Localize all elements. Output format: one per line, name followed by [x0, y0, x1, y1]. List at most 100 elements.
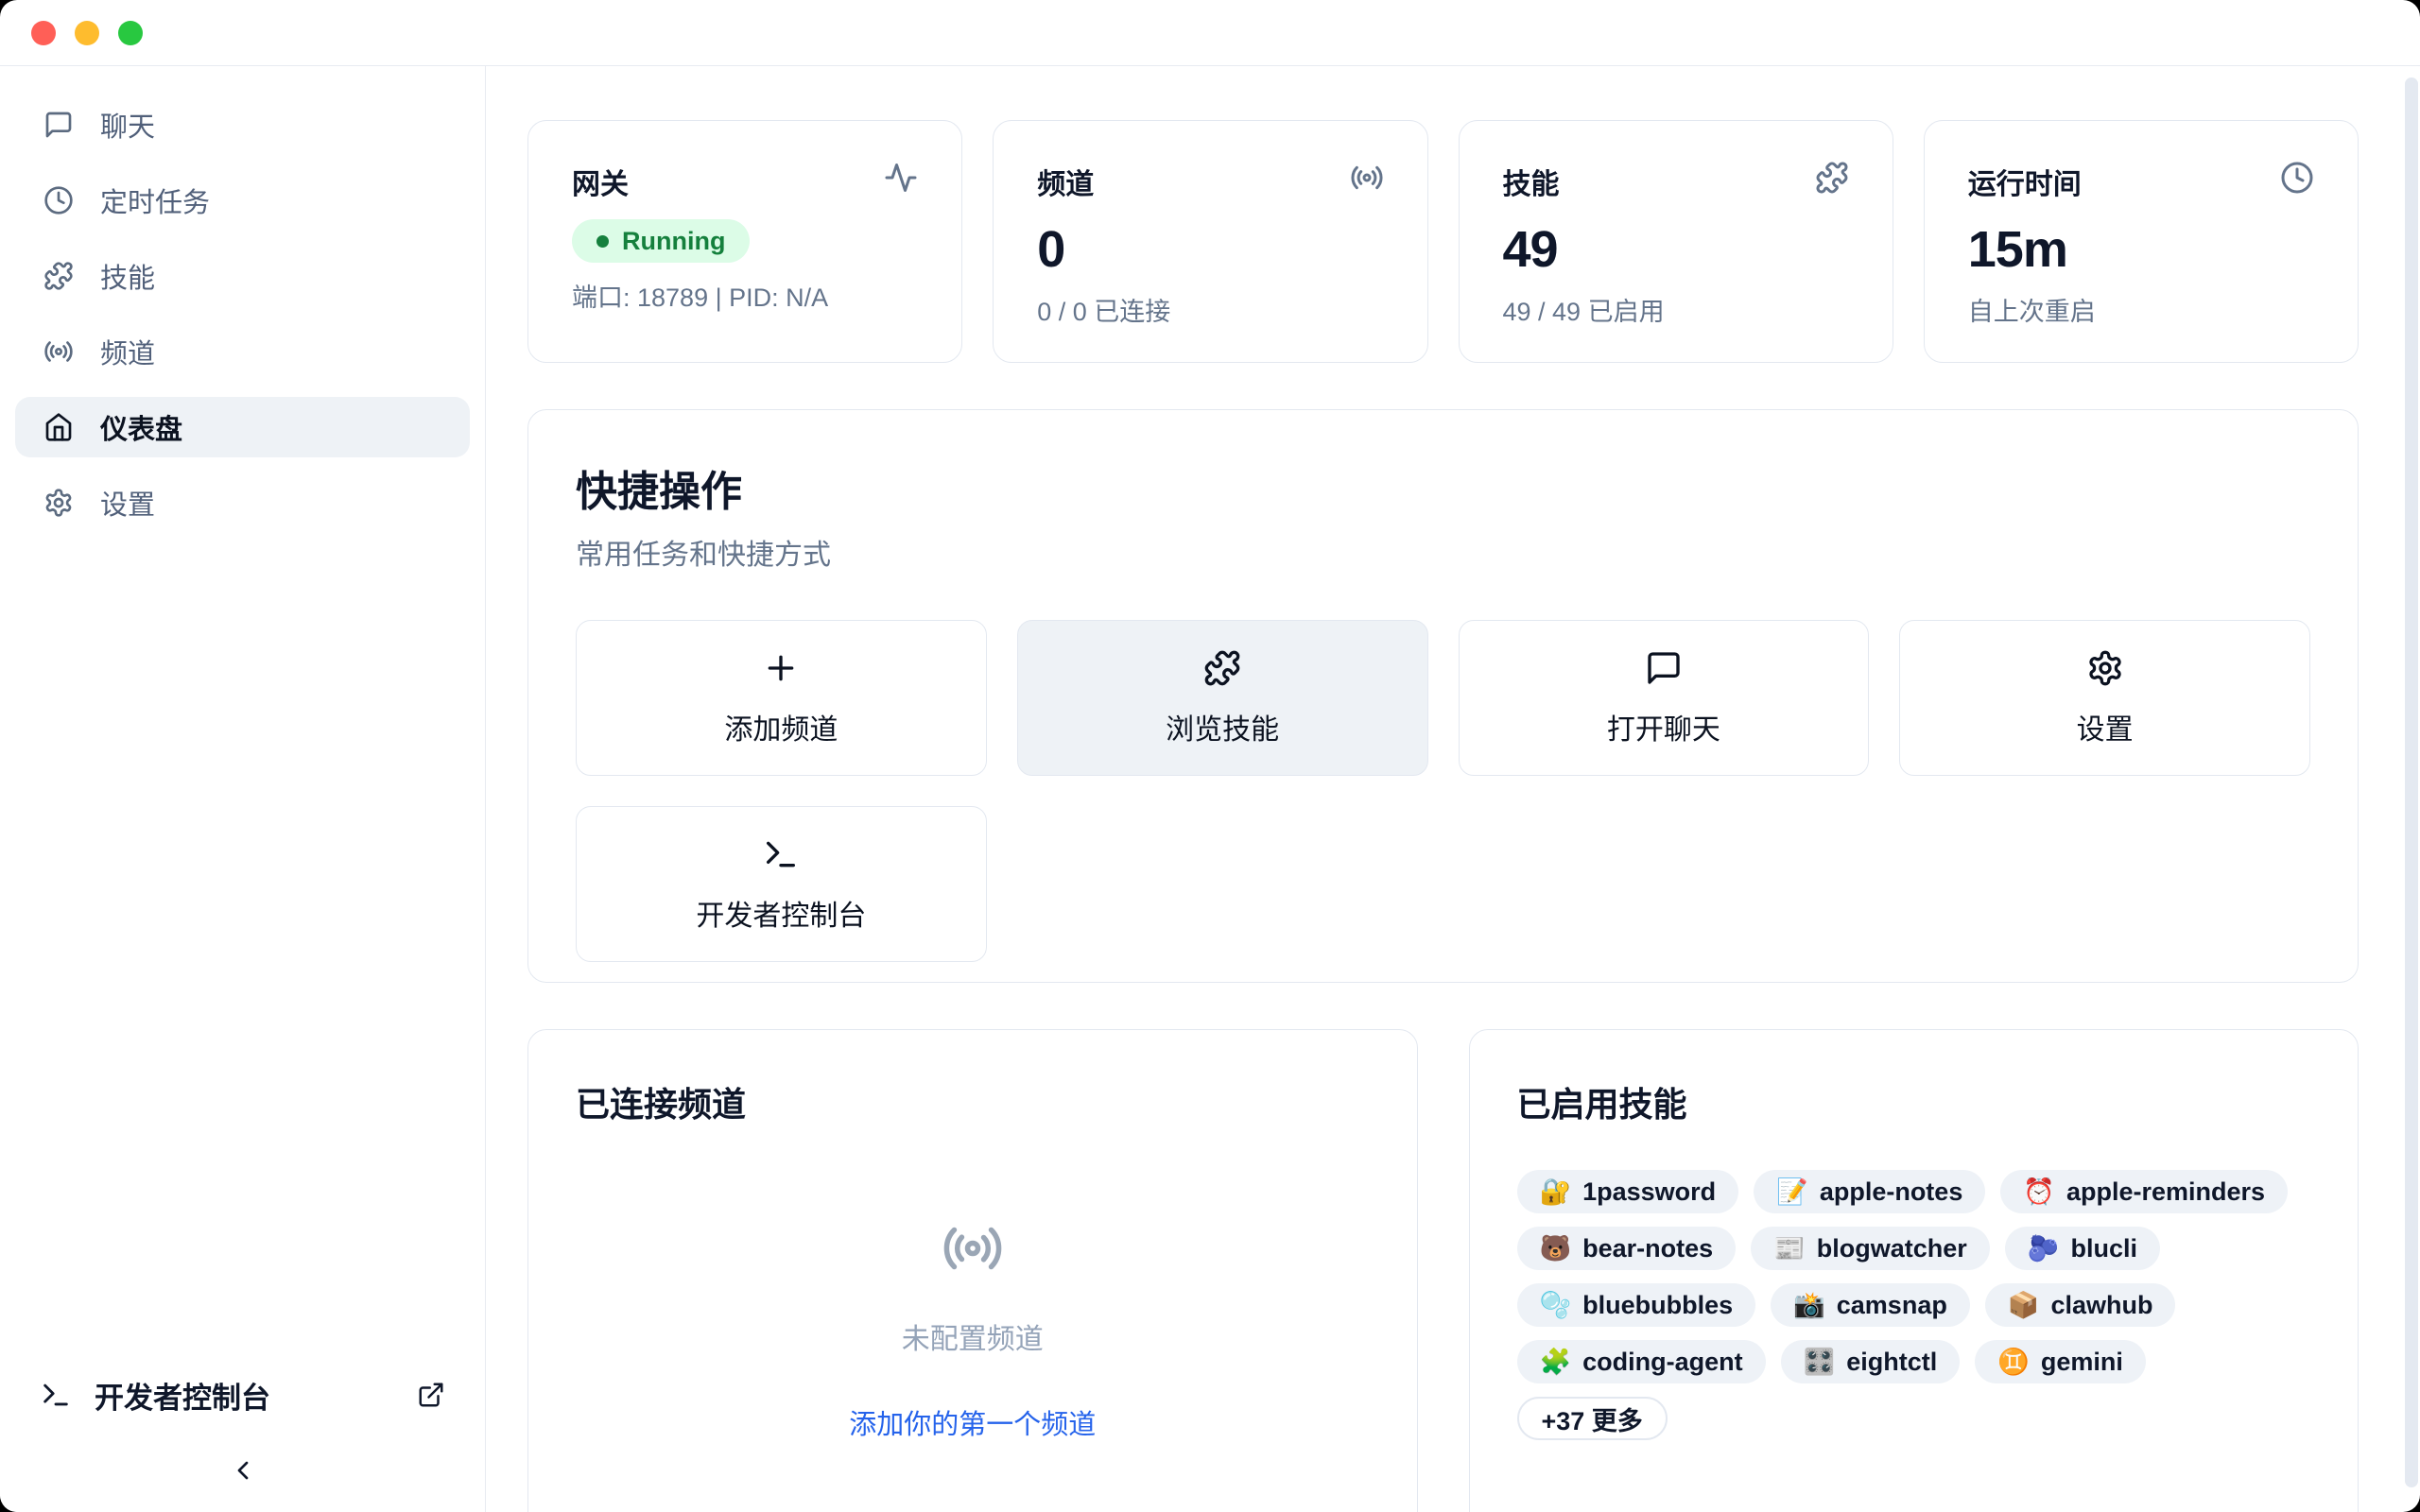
- stat-card-skills: 技能4949 / 49 已启用: [1459, 120, 1893, 363]
- skill-badge-gemini: ♊ gemini: [1975, 1340, 2146, 1383]
- sidebar-dev-console-button[interactable]: 开发者控制台: [15, 1366, 470, 1423]
- quick-action-settings[interactable]: 设置: [1899, 620, 2310, 776]
- gear-icon: [43, 488, 74, 518]
- sidebar-item-chat[interactable]: 聊天: [15, 94, 470, 155]
- bluebubbles-emoji-icon: 🫧: [1540, 1290, 1572, 1320]
- skill-name: bluebubbles: [1582, 1291, 1733, 1320]
- message-square-icon: [43, 110, 74, 140]
- sidebar-item-settings[interactable]: 设置: [15, 472, 470, 533]
- quick-action-dev-console[interactable]: 开发者控制台: [576, 806, 987, 962]
- stat-value: 15m: [1968, 223, 2314, 277]
- sidebar-footer: 开发者控制台: [0, 1366, 485, 1512]
- camsnap-emoji-icon: 📸: [1793, 1290, 1825, 1320]
- quick-action-label: 浏览技能: [1166, 706, 1279, 747]
- skill-badge-blucli: 🫐blucli: [2005, 1227, 2160, 1270]
- skill-badge-clawhub: 📦clawhub: [1985, 1283, 2176, 1327]
- stat-card-header: 技能: [1503, 161, 1849, 202]
- terminal-icon: [762, 835, 800, 873]
- skill-name: apple-notes: [1820, 1177, 1963, 1207]
- skill-name: gemini: [2041, 1348, 2123, 1377]
- add-first-channel-link[interactable]: 添加你的第一个频道: [849, 1402, 1096, 1442]
- enabled-skills-title: 已启用技能: [1517, 1077, 2311, 1126]
- plus-icon: [762, 649, 800, 687]
- sidebar-item-label: 频道: [100, 332, 155, 371]
- blogwatcher-emoji-icon: 📰: [1773, 1233, 1806, 1263]
- connected-channels-card: 已连接频道 未配置频道 添加你的第一个频道: [527, 1029, 1418, 1512]
- apple-notes-emoji-icon: 📝: [1776, 1177, 1808, 1207]
- skill-name: coding-agent: [1582, 1348, 1743, 1377]
- sidebar-collapse-button[interactable]: [0, 1455, 485, 1486]
- radio-icon: [1350, 161, 1384, 195]
- gemini-emoji-icon: ♊: [1997, 1347, 2030, 1377]
- home-icon: [43, 412, 74, 442]
- stat-card-title: 频道: [1037, 161, 1094, 202]
- stat-card-header: 运行时间: [1968, 161, 2314, 202]
- skill-badge-bear-notes: 🐻 bear-notes: [1517, 1227, 1737, 1270]
- skill-name: eightctl: [1846, 1348, 1937, 1377]
- skill-badge-camsnap: 📸camsnap: [1771, 1283, 1970, 1327]
- quick-action-label: 添加频道: [724, 706, 838, 747]
- 1password-emoji-icon: 🔐: [1540, 1177, 1572, 1207]
- app-window: 聊天定时任务技能频道仪表盘设置 开发者控制台 网关Running端口: 1878…: [0, 0, 2420, 1512]
- clock-icon: [2280, 161, 2314, 195]
- external-link-icon[interactable]: [417, 1381, 445, 1409]
- chevron-left-icon: [228, 1455, 258, 1486]
- puzzle-icon: [43, 261, 74, 291]
- quick-actions-subtitle: 常用任务和快捷方式: [576, 531, 2310, 573]
- skill-badge-bluebubbles: 🫧 bluebubbles: [1517, 1283, 1756, 1327]
- bear-notes-emoji-icon: 🐻: [1540, 1233, 1572, 1263]
- bottom-row: 已连接频道 未配置频道 添加你的第一个频道 已启用技能 🔐 1password 📝 a…: [527, 1029, 2359, 1512]
- skill-name: blucli: [2070, 1234, 2137, 1263]
- skill-badge-blogwatcher: 📰blogwatcher: [1751, 1227, 1990, 1270]
- skill-badge-apple-reminders: ⏰apple-reminders: [2000, 1170, 2288, 1213]
- stats-row: 网关Running端口: 18789 | PID: N/A频道00 / 0 已连…: [527, 120, 2359, 363]
- terminal-icon: [40, 1379, 72, 1411]
- skill-badge-eightctl: 🎛️ eightctl: [1781, 1340, 1961, 1383]
- dashboard-main: 网关Running端口: 18789 | PID: N/A频道00 / 0 已连…: [486, 66, 2420, 1512]
- stat-card-caption: 端口: 18789 | PID: N/A: [572, 277, 918, 314]
- sidebar: 聊天定时任务技能频道仪表盘设置 开发者控制台: [0, 66, 486, 1512]
- message-square-icon: [1645, 649, 1683, 687]
- quick-action-browse-skills[interactable]: 浏览技能: [1017, 620, 1428, 776]
- dev-console-label: 开发者控制台: [95, 1374, 270, 1417]
- skill-name: bear-notes: [1582, 1234, 1713, 1263]
- eightctl-emoji-icon: 🎛️: [1804, 1347, 1836, 1377]
- sidebar-item-skills[interactable]: 技能: [15, 246, 470, 306]
- stat-card-title: 运行时间: [1968, 161, 2082, 202]
- skill-name: 1password: [1582, 1177, 1716, 1207]
- radio-icon: [43, 336, 74, 367]
- stat-card-caption: 0 / 0 已连接: [1037, 291, 1383, 328]
- empty-state-text: 未配置频道: [902, 1315, 1044, 1357]
- sidebar-item-scheduled-tasks[interactable]: 定时任务: [15, 170, 470, 231]
- close-button[interactable]: [31, 21, 56, 45]
- status-badge: Running: [572, 219, 750, 263]
- skills-list: 🔐 1password 📝 apple-notes ⏰apple-reminders 🐻 b…: [1517, 1170, 2311, 1440]
- puzzle-icon: [1815, 161, 1849, 195]
- app-body: 聊天定时任务技能频道仪表盘设置 开发者控制台 网关Running端口: 1878…: [0, 66, 2420, 1512]
- quick-action-add-channel[interactable]: 添加频道: [576, 620, 987, 776]
- connected-channels-title: 已连接频道: [576, 1077, 1370, 1126]
- skill-badge-apple-notes: 📝 apple-notes: [1754, 1170, 1985, 1213]
- quick-action-label: 开发者控制台: [696, 892, 866, 934]
- zoom-button[interactable]: [118, 21, 143, 45]
- stat-card-header: 频道: [1037, 161, 1383, 202]
- stat-card-caption: 自上次重启: [1968, 291, 2314, 328]
- stat-card-uptime: 运行时间 15m 自上次重启: [1924, 120, 2359, 363]
- quick-actions-card: 快捷操作 常用任务和快捷方式 添加频道 浏览技能 打开聊天设置开发者控制台: [527, 409, 2359, 983]
- sidebar-item-dashboard[interactable]: 仪表盘: [15, 397, 470, 457]
- skill-name: apple-reminders: [2066, 1177, 2265, 1207]
- stat-card-title: 技能: [1503, 161, 1560, 202]
- quick-actions-title: 快捷操作: [576, 457, 2310, 518]
- minimize-button[interactable]: [75, 21, 99, 45]
- clock-icon: [43, 185, 74, 215]
- sidebar-item-channels[interactable]: 频道: [15, 321, 470, 382]
- clawhub-emoji-icon: 📦: [2008, 1290, 2040, 1320]
- stat-value: 49: [1503, 223, 1849, 277]
- channels-empty-state: 未配置频道 添加你的第一个频道: [576, 1217, 1370, 1442]
- stat-card-header: 网关: [572, 161, 918, 202]
- scrollbar-thumb[interactable]: [2405, 77, 2418, 1487]
- quick-actions-grid: 添加频道 浏览技能 打开聊天设置开发者控制台: [576, 620, 2310, 962]
- titlebar: [0, 0, 2420, 66]
- quick-action-open-chat[interactable]: 打开聊天: [1459, 620, 1870, 776]
- more-skills-button[interactable]: +37 更多: [1517, 1397, 1668, 1440]
